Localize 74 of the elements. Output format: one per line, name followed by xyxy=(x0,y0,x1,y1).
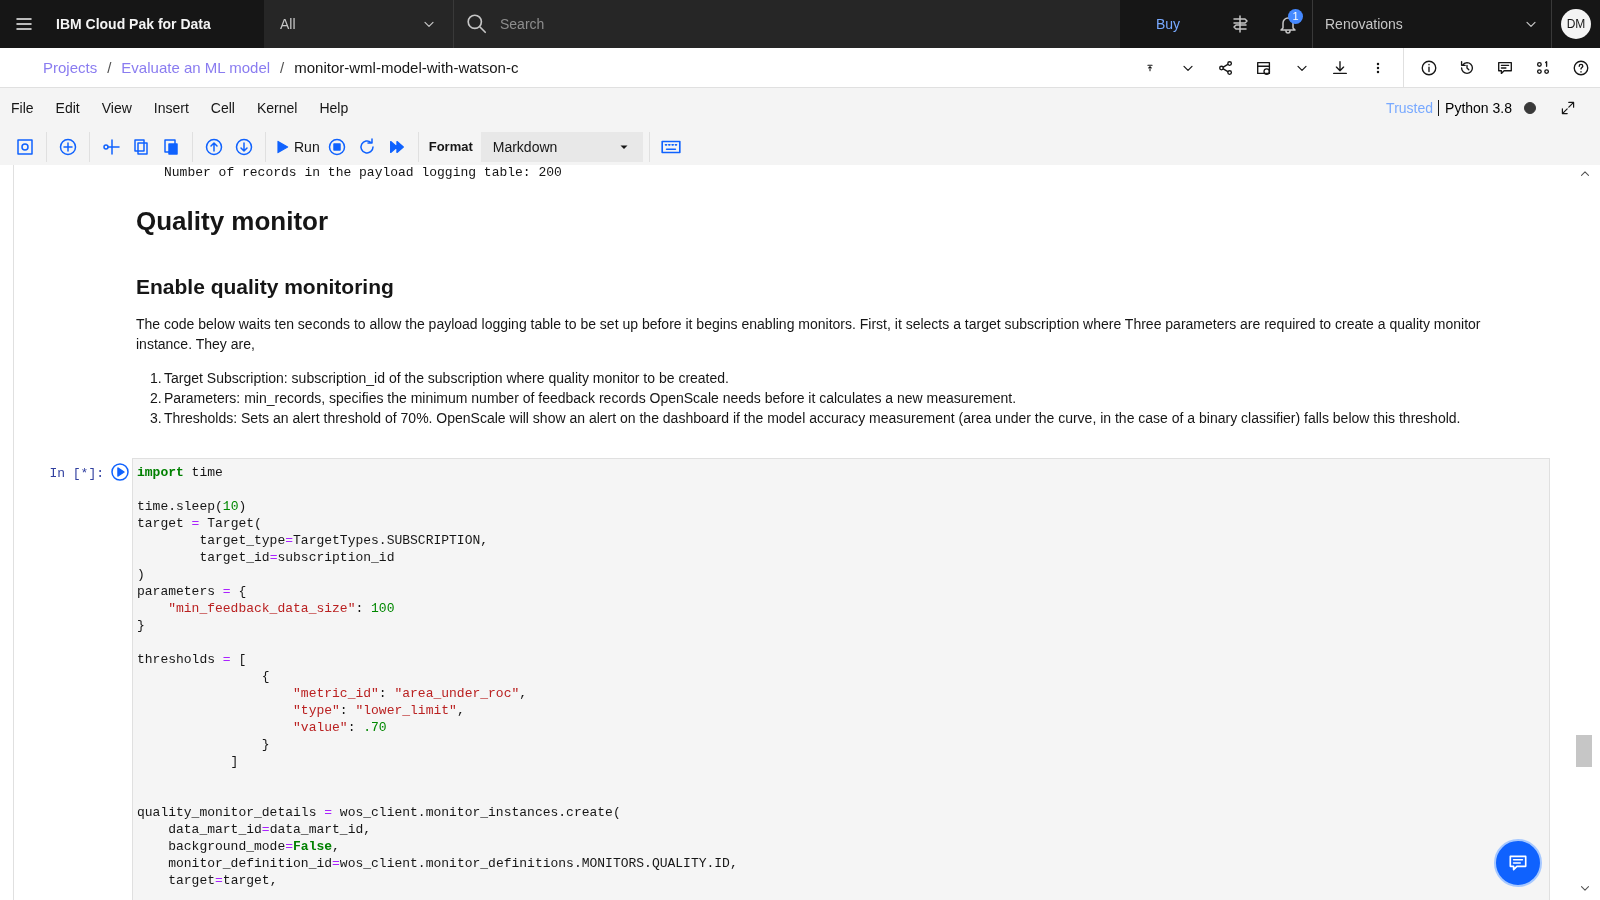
add-icon xyxy=(58,136,78,157)
menu-item[interactable]: Cell xyxy=(210,100,247,116)
cell-type-dropdown[interactable]: Markdown xyxy=(480,131,643,162)
buy-link[interactable]: Buy xyxy=(1120,0,1216,48)
scrollbar-thumb[interactable] xyxy=(1576,735,1592,767)
account-dropdown[interactable]: Renovations xyxy=(1312,0,1552,48)
notification-badge: 1 xyxy=(1288,9,1303,24)
code-line: } xyxy=(260,736,270,753)
code-line: data_mart_id=data_mart_id, xyxy=(167,821,372,838)
code-line: ] xyxy=(229,753,239,770)
list-item-text: Thresholds: Sets an alert threshold of 70%. OpenScale will show an alert on the dashboard if the model accuracy measurement (area under the curve, in the case of a binary classifier) falls below this threshold. xyxy=(164,409,1461,428)
code-line: "min_feedback_data_size": 100 xyxy=(167,600,395,617)
code-line: "metric_id": "area_under_roc", xyxy=(292,685,528,702)
code-line: target = Target( xyxy=(137,515,262,532)
signpost-icon xyxy=(1230,14,1250,34)
breadcrumb-separator: / xyxy=(280,59,285,76)
code-line: target=target, xyxy=(167,872,278,889)
paste-icon xyxy=(161,136,181,157)
heading: Quality monitor xyxy=(136,206,330,237)
code-cell[interactable] xyxy=(132,458,1550,900)
copy-icon xyxy=(131,136,151,157)
code-line: thresholds = [ xyxy=(137,651,247,668)
notebook-name: monitor-wml-model-with-watson-c xyxy=(294,59,519,76)
stop-icon xyxy=(326,136,347,157)
list-item-text: Parameters: min_records, specifies the minimum number of feedback records OpenScale needs before it calculates a new measurement. xyxy=(164,389,1017,408)
format-label: Format xyxy=(428,139,473,154)
code-line: ) xyxy=(137,566,145,583)
subheading: Enable quality monitoring xyxy=(136,275,395,299)
kernel-name: Python 3.8 xyxy=(1445,100,1512,116)
run-cell-icon xyxy=(110,462,130,482)
menu-item[interactable]: View xyxy=(101,100,144,116)
arrow-down-icon xyxy=(234,136,254,157)
output-text: Number of records in the payload logging table: 200 xyxy=(164,165,562,180)
scissors-icon xyxy=(101,136,121,157)
info-icon xyxy=(1420,58,1438,77)
download-icon xyxy=(1331,58,1349,77)
list-number: 3. xyxy=(150,409,163,428)
list-number: 2. xyxy=(150,389,163,408)
maximize-icon xyxy=(1560,100,1576,116)
menu-item[interactable]: File xyxy=(11,100,46,116)
list-number: 1. xyxy=(150,369,163,388)
cell-prompt: In [*]: xyxy=(48,465,104,483)
scope-dropdown[interactable]: All xyxy=(264,0,454,48)
code-line: parameters = { xyxy=(137,583,247,600)
menu-item[interactable]: Insert xyxy=(153,100,201,116)
code-line: background_mode=False, xyxy=(167,838,340,855)
product-name: IBM Cloud Pak for Data xyxy=(55,16,212,32)
arrow-up-icon xyxy=(204,136,224,157)
apps-icon xyxy=(1534,58,1552,77)
bell-icon xyxy=(1278,14,1298,34)
code-line: { xyxy=(260,668,270,685)
play-icon xyxy=(274,138,290,155)
share-icon xyxy=(1217,58,1235,77)
paragraph: The code below waits ten seconds to allow the payload logging table to be set up before it begins enabling monitors. First, it selects a target subscription where Three parameters are required to create a quality monitor instance. They are, xyxy=(136,315,1482,354)
code-line: target_type=TargetTypes.SUBSCRIPTION, xyxy=(198,532,489,549)
search-icon xyxy=(466,13,488,35)
code-line: "type": "lower_limit", xyxy=(292,702,465,719)
user-avatar[interactable]: DM xyxy=(1561,9,1591,39)
code-line: import time xyxy=(137,464,223,481)
menu-item[interactable]: Edit xyxy=(55,100,92,116)
help-icon xyxy=(1572,58,1590,77)
code-line: quality_monitor_details = wos_client.monitor_instances.create( xyxy=(137,804,621,821)
run-button[interactable]: Run xyxy=(272,131,322,162)
history-icon xyxy=(1458,58,1476,77)
menu-item[interactable]: Help xyxy=(319,100,361,116)
save-icon xyxy=(15,136,35,157)
code-line: monitor_definition_id=wos_client.monitor_definitions.MONITORS.QUALITY.ID, xyxy=(167,855,738,872)
code-line: target_id=subscription_id xyxy=(198,549,395,566)
breadcrumb-separator: / xyxy=(107,59,112,76)
code-line: time.sleep(10) xyxy=(137,498,247,515)
menu-item[interactable]: Kernel xyxy=(256,100,310,116)
list-item-text: Target Subscription: subscription_id of the subscription where quality monitor to be created. xyxy=(164,369,729,388)
code-line: "value": .70 xyxy=(292,719,387,736)
code-line: } xyxy=(137,617,145,634)
